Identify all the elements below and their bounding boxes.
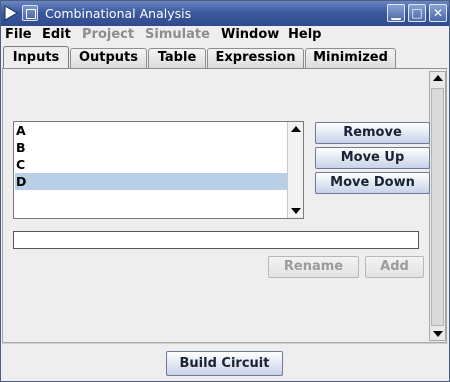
tab-outputs[interactable]: Outputs [70,48,147,68]
build-circuit-button[interactable]: Build Circuit [166,351,283,376]
list-item-selected[interactable]: D [15,173,288,190]
remove-button[interactable]: Remove [315,122,430,144]
panel-scrollbar[interactable] [429,71,446,341]
menu-edit[interactable]: Edit [42,27,71,42]
maximize-button[interactable]: □ [408,4,426,22]
input-variable-list[interactable]: A B C D [13,121,304,219]
menu-project[interactable]: Project [82,27,134,42]
variable-name-input[interactable] [13,231,419,249]
footer-divider [2,343,448,344]
window-menu-icon[interactable] [22,5,38,21]
analysis-window: Combinational Analysis ▁ □ ✕ File Edit P… [0,0,450,382]
add-button[interactable]: Add [365,256,424,278]
menu-window[interactable]: Window [221,27,279,42]
move-up-button[interactable]: Move Up [315,147,430,169]
menu-simulate[interactable]: Simulate [145,27,210,42]
panel-scroll-thumb[interactable] [431,88,444,326]
menu-help[interactable]: Help [288,27,321,42]
app-logo-icon [4,5,18,21]
list-scroll-down-icon[interactable] [291,208,301,214]
scroll-up-icon[interactable] [433,75,443,81]
menu-file[interactable]: File [5,27,32,42]
list-scroll-up-icon[interactable] [291,126,301,132]
close-button[interactable]: ✕ [429,4,447,22]
tab-strip: Inputs Outputs Table Expression Minimize… [1,46,449,69]
list-item[interactable]: C [15,156,288,173]
title-bar[interactable]: Combinational Analysis ▁ □ ✕ [1,1,449,26]
list-item[interactable]: A [15,122,288,139]
scroll-down-icon[interactable] [433,331,443,337]
tab-expression[interactable]: Expression [207,48,304,68]
tab-minimized[interactable]: Minimized [305,48,396,68]
window-title: Combinational Analysis [45,6,192,21]
tab-inputs[interactable]: Inputs [3,46,69,69]
minimize-button[interactable]: ▁ [387,4,405,22]
move-down-button[interactable]: Move Down [315,172,430,194]
menu-bar: File Edit Project Simulate Window Help [1,26,449,45]
list-scrollbar[interactable] [287,122,303,218]
list-item[interactable]: B [15,139,288,156]
tab-table[interactable]: Table [148,48,206,68]
rename-button[interactable]: Rename [268,256,359,278]
